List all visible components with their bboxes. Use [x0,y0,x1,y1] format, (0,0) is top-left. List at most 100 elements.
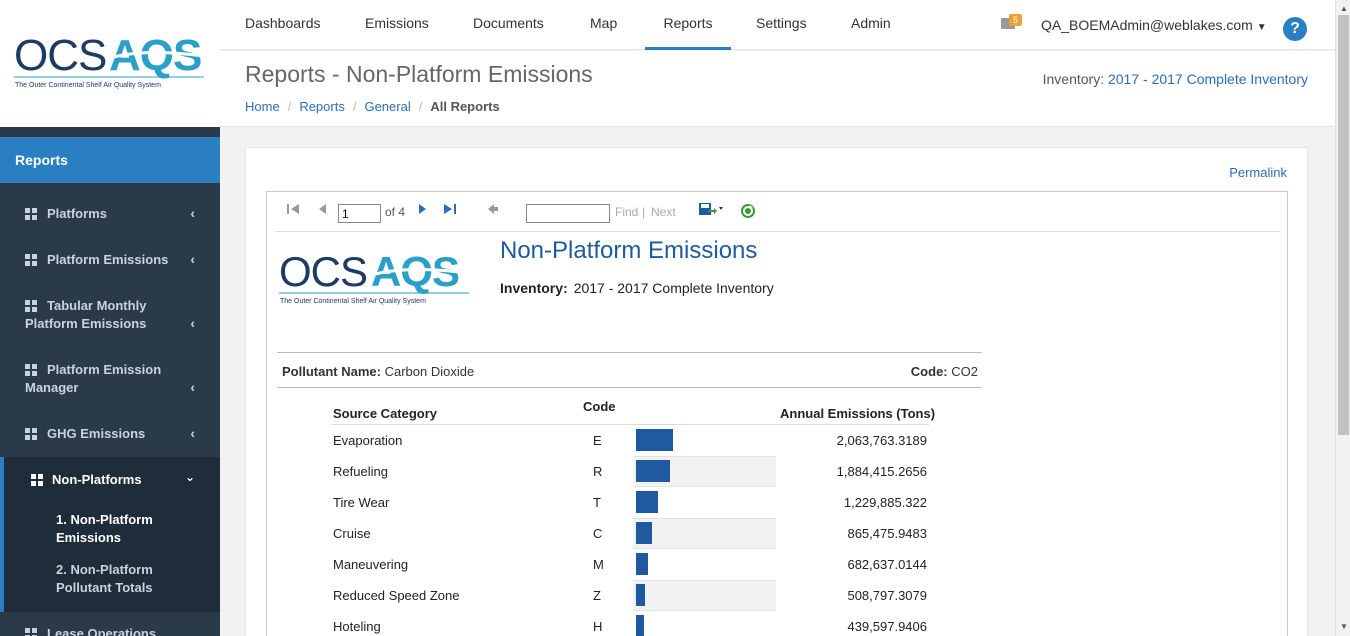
sidebar-item-platform-emission-manager[interactable]: Platform Emission Manager ‹ [0,361,220,401]
nav-emissions[interactable]: Emissions [365,0,429,50]
breadcrumb-home[interactable]: Home [245,99,280,114]
nav-admin[interactable]: Admin [851,0,891,50]
cell-source-category: Reduced Speed Zone [333,588,460,603]
sidebar-subitem-non-platform-emissions[interactable]: 1. Non-Platform Emissions [56,511,206,547]
user-email: QA_BOEMAdmin@weblakes.com [1041,17,1253,33]
back-to-parent-icon[interactable] [487,203,499,218]
scroll-down-icon[interactable]: ▼ [1340,622,1348,631]
emissions-bar [636,553,648,575]
report-title: Non-Platform Emissions [500,237,758,264]
report-viewer: of 4 Find | Next OCS AQS [266,191,1288,636]
emissions-bar [636,429,673,451]
sidebar-item-tabular-monthly[interactable]: Tabular Monthly Platform Emissions ‹ [0,297,220,337]
sidebar-item-platforms[interactable]: Platforms ‹ [0,205,220,225]
permalink-link[interactable]: Permalink [1229,165,1287,180]
table-row: Maneuvering M 682,637.0144 [331,549,929,580]
nav-settings[interactable]: Settings [756,0,807,50]
current-inventory: Inventory: 2017 - 2017 Complete Inventor… [1043,71,1308,87]
sidebar-item-label: Platform Emissions [47,252,169,267]
sidebar-item-label: Tabular Monthly Platform Emissions [25,298,147,331]
cell-source-category: Refueling [333,464,388,479]
first-page-icon[interactable] [287,203,300,218]
cell-source-category: Maneuvering [333,557,409,572]
column-header-category: Source Category [333,406,438,421]
cell-source-category: Hoteling [333,619,381,634]
logo-area: OCS AQS The Outer Continental Shelf Air … [0,0,220,127]
cell-code: R [593,464,603,479]
table-row: Tire Wear T 1,229,885.322 [331,487,929,518]
cell-code: E [593,433,602,448]
sidebar-item-label: Platforms [47,206,107,221]
cell-code: T [593,495,601,510]
sidebar-item-label: Non-Platforms [52,472,142,487]
table-row: Cruise C 865,475.9483 [331,518,929,549]
user-menu[interactable]: QA_BOEMAdmin@weblakes.com ▼ [1041,17,1267,33]
report-toolbar: of 4 Find | Next [275,192,1280,232]
cell-source-category: Tire Wear [333,495,390,510]
refresh-icon[interactable] [740,203,756,222]
top-navigation: Dashboards Emissions Documents Map Repor… [220,0,1350,50]
mail-count-badge: 5 [1009,14,1023,26]
last-page-icon[interactable] [443,203,456,218]
column-header-code: Code [583,399,616,414]
page-number-input[interactable] [338,204,381,223]
breadcrumb-general[interactable]: General [364,99,410,114]
cell-code: C [593,526,603,541]
next-page-icon[interactable] [418,203,427,218]
sidebar-item-non-platforms[interactable]: Non-Platforms ⌄ [0,470,220,491]
sidebar-item-lease-operations[interactable]: Lease Operations [0,625,220,636]
grid-icon [25,628,37,636]
grid-icon [25,254,37,266]
ocsaqs-logo[interactable]: OCS AQS The Outer Continental Shelf Air … [14,30,206,90]
sidebar-item-ghg-emissions[interactable]: GHG Emissions ‹ [0,425,220,445]
sidebar-subitem-non-platform-pollutant-totals[interactable]: 2. Non-Platform Pollutant Totals [56,561,206,597]
page-count: of 4 [385,205,406,219]
chevron-left-icon: ‹ [190,379,195,395]
grid-icon [25,208,37,220]
caret-down-icon: ▼ [1256,22,1267,33]
nav-reports[interactable]: Reports [645,0,731,50]
chevron-left-icon: ‹ [190,205,195,221]
breadcrumb: Home / Reports / General / All Reports [245,99,500,114]
pollutant-header: Pollutant Name: Carbon Dioxide Code: CO2 [277,352,982,388]
breadcrumb-separator: / [287,99,292,114]
cell-annual-emissions: 865,475.9483 [847,526,927,541]
sidebar-item-platform-emissions[interactable]: Platform Emissions ‹ [0,251,220,271]
chevron-left-icon: ‹ [190,425,195,441]
scroll-up-icon[interactable]: ▲ [1340,4,1348,13]
cell-annual-emissions: 508,797.3079 [847,588,927,603]
breadcrumb-separator: / [352,99,357,114]
inventory-link[interactable]: 2017 - 2017 Complete Inventory [1108,71,1308,87]
table-row: Hoteling H 439,597.9406 [331,611,929,636]
find-next-button[interactable]: Next [651,205,676,219]
table-row: Refueling R 1,884,415.2656 [331,456,929,487]
cell-code: H [593,619,603,634]
chevron-down-icon: ⌄ [184,470,195,484]
report-inventory: Inventory: 2017 - 2017 Complete Inventory [500,280,774,296]
grid-icon [25,428,37,440]
sidebar-item-label: GHG Emissions [47,426,146,441]
sidebar-item-label: Lease Operations [47,626,157,636]
cell-annual-emissions: 1,229,885.322 [843,495,927,510]
help-icon[interactable]: ? [1283,17,1307,41]
scroll-thumb[interactable] [1338,15,1349,435]
breadcrumb-reports[interactable]: Reports [299,99,345,114]
report-inventory-label: Inventory: [500,280,568,296]
find-button[interactable]: Find [615,205,638,219]
grid-icon [31,474,43,486]
cell-annual-emissions: 439,597.9406 [847,619,927,634]
pollutant-code: Code: CO2 [910,364,978,379]
nav-map[interactable]: Map [590,0,617,50]
page-scrollbar[interactable]: ▲ ▼ [1335,0,1350,636]
find-text-input[interactable] [526,204,610,223]
export-save-icon[interactable] [698,202,724,219]
nav-documents[interactable]: Documents [473,0,544,50]
sidebar-section-reports[interactable]: Reports [0,137,220,183]
report-logo: OCS AQS The Outer Continental Shelf Air … [279,248,470,305]
report-inventory-value: 2017 - 2017 Complete Inventory [573,280,774,296]
find-divider: | [642,205,646,219]
nav-dashboards[interactable]: Dashboards [245,0,321,50]
sidebar: OCS AQS The Outer Continental Shelf Air … [0,0,220,636]
previous-page-icon[interactable] [318,203,327,218]
inventory-label: Inventory: [1042,71,1105,87]
